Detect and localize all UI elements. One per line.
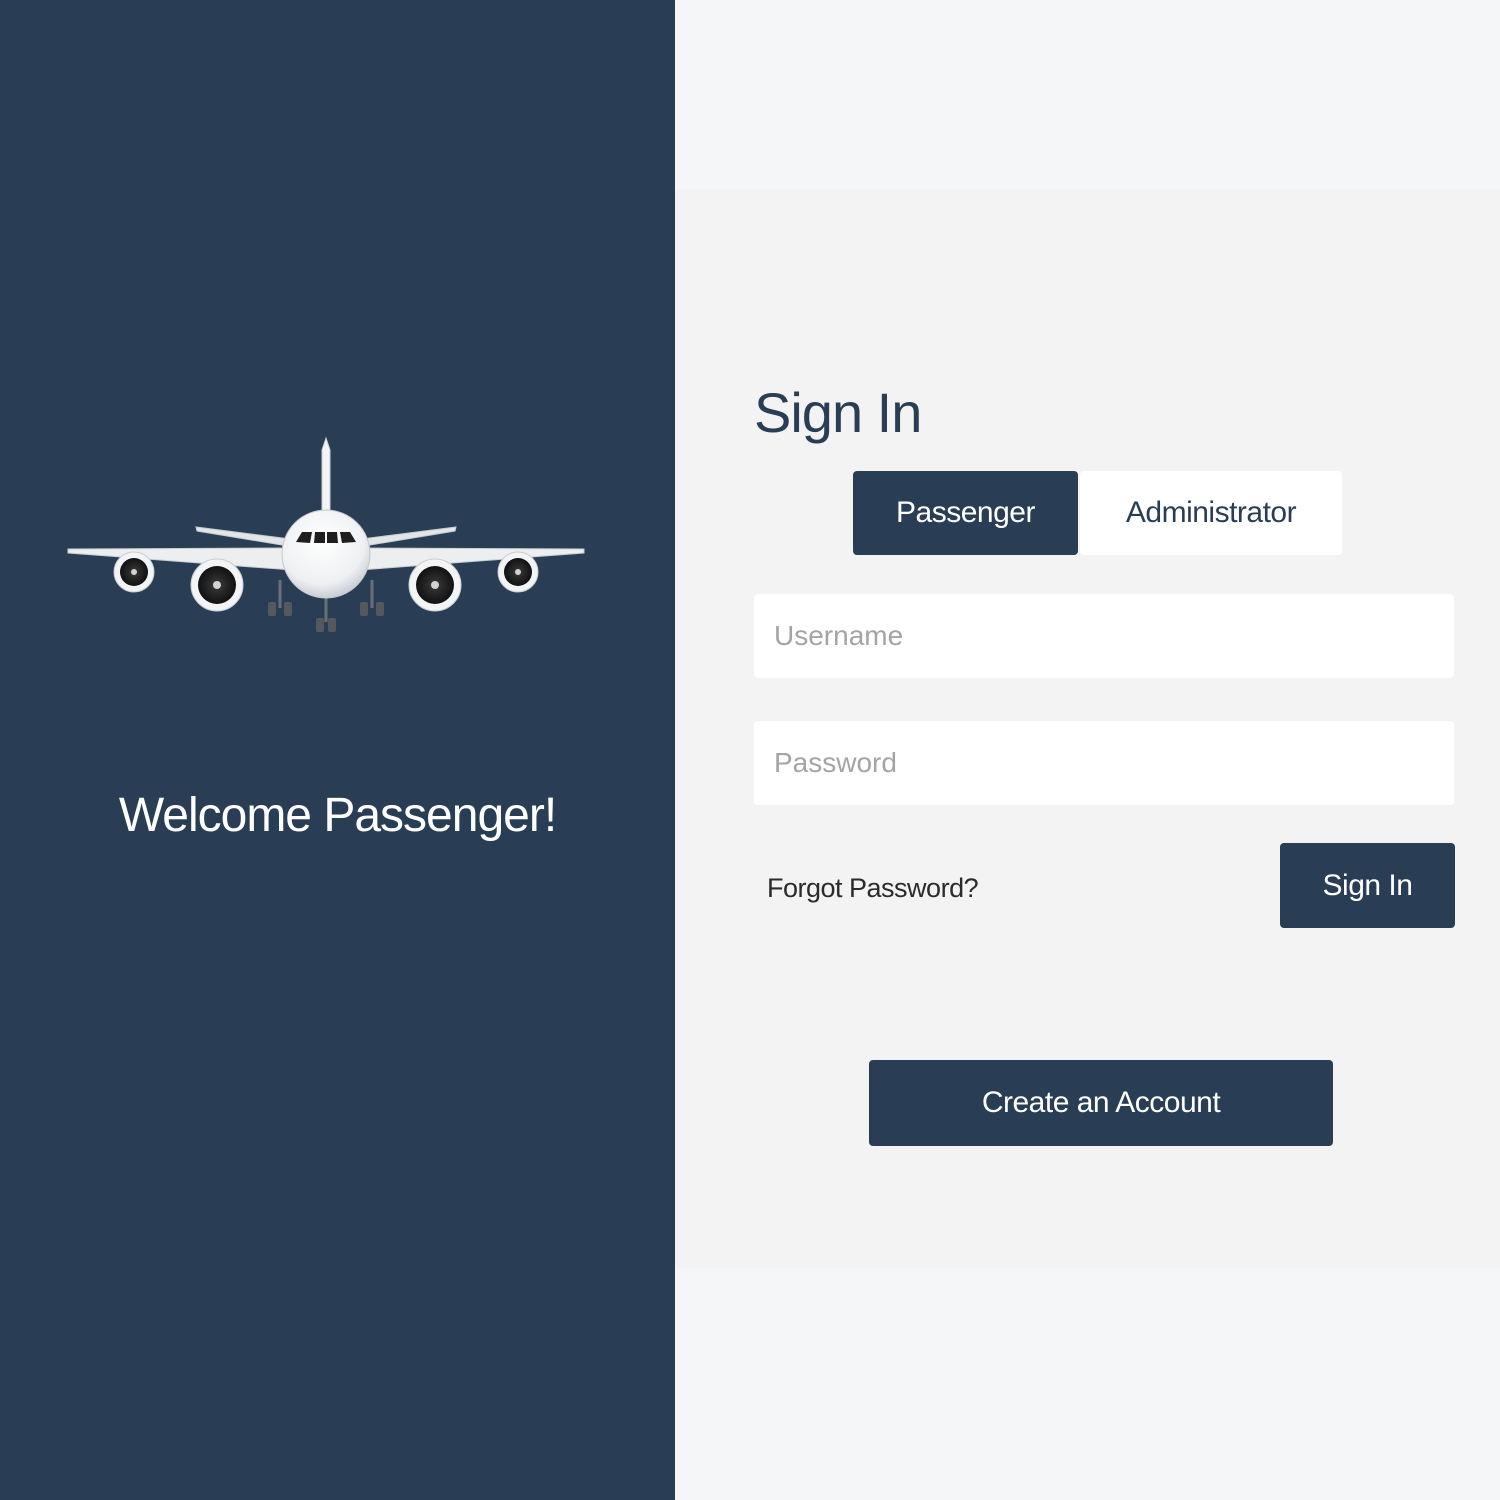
welcome-panel: Welcome Passenger!	[0, 0, 675, 1500]
airplane-illustration	[67, 436, 585, 632]
forgot-password-link[interactable]: Forgot Password?	[767, 873, 979, 904]
page-title: Sign In	[754, 381, 922, 444]
create-account-button[interactable]: Create an Account	[869, 1060, 1333, 1146]
sign-in-button[interactable]: Sign In	[1280, 843, 1455, 928]
tab-administrator[interactable]: Administrator	[1080, 471, 1342, 555]
username-input[interactable]	[754, 594, 1454, 678]
password-input[interactable]	[754, 721, 1454, 805]
tab-passenger[interactable]: Passenger	[853, 471, 1078, 555]
welcome-message: Welcome Passenger!	[118, 789, 557, 842]
